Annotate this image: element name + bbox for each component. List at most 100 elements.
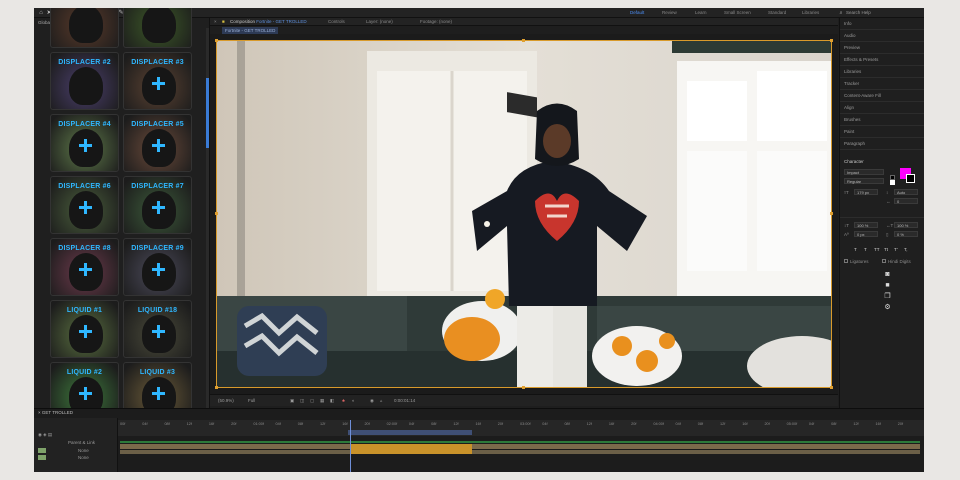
panel-item[interactable]: Content-Aware Fill bbox=[844, 93, 920, 98]
layer-bar-1[interactable] bbox=[120, 444, 920, 449]
workspace-learn[interactable]: Learn bbox=[695, 10, 707, 15]
mask-visibility-icon[interactable]: ◧ bbox=[330, 398, 334, 404]
text-style-button[interactable]: T bbox=[854, 247, 857, 252]
workspace-small-screen[interactable]: Small Screen bbox=[724, 10, 751, 15]
selected-segment[interactable] bbox=[350, 444, 472, 454]
work-area-bar[interactable] bbox=[348, 430, 472, 435]
timeline-tab[interactable]: × GET TROLLED bbox=[38, 410, 73, 415]
tab-footage[interactable]: Footage: (none) bbox=[420, 19, 452, 24]
extension-scroll-thumb[interactable] bbox=[206, 78, 209, 148]
transparency-icon[interactable]: ▦ bbox=[320, 398, 324, 404]
home-icon[interactable]: ⌂ bbox=[38, 10, 44, 16]
workspace-libraries[interactable]: Libraries bbox=[802, 10, 819, 15]
zoom-dropdown[interactable]: (50.9%) bbox=[218, 398, 234, 403]
text-style-button[interactable]: T, bbox=[904, 247, 908, 252]
tsume-field[interactable]: 0 % bbox=[894, 231, 918, 237]
panel-item[interactable]: Paragraph bbox=[844, 141, 920, 146]
panel-item[interactable]: Paint bbox=[844, 129, 920, 134]
transform-handle-bc[interactable] bbox=[522, 386, 525, 389]
font-family-dropdown[interactable]: Impact bbox=[844, 169, 884, 175]
workspace-review[interactable]: Review bbox=[662, 10, 677, 15]
add-preset-icon[interactable] bbox=[152, 77, 165, 90]
add-preset-icon[interactable] bbox=[79, 139, 92, 152]
grid-icon[interactable]: ▣ bbox=[290, 398, 294, 404]
tab-controls[interactable]: Controls bbox=[328, 19, 345, 24]
leading-field[interactable]: Auto bbox=[894, 189, 918, 195]
transform-handle-br[interactable] bbox=[830, 386, 833, 389]
comp-breadcrumb[interactable]: Fortnite - GET TROLLED bbox=[222, 27, 279, 34]
panel-item[interactable]: Align bbox=[844, 105, 920, 110]
layer-1-label-color[interactable] bbox=[38, 448, 46, 453]
lock-icon[interactable]: ■ bbox=[222, 19, 225, 24]
workspace-standard[interactable]: Standard bbox=[768, 10, 786, 15]
transform-handle-tr[interactable] bbox=[830, 39, 833, 42]
video-frame[interactable] bbox=[216, 40, 832, 388]
region-icon[interactable]: ▢ bbox=[310, 398, 314, 404]
panel-item[interactable]: Tracker bbox=[844, 81, 920, 86]
show-snapshot-icon[interactable]: ▵ bbox=[380, 398, 382, 404]
preset-tile[interactable]: DISPLACER #5 bbox=[123, 114, 192, 172]
add-preset-icon[interactable] bbox=[79, 387, 92, 400]
hindi-digits-checkbox[interactable] bbox=[882, 259, 886, 263]
search-help-field[interactable]: Search Help bbox=[846, 10, 871, 15]
panel-item[interactable]: Libraries bbox=[844, 69, 920, 74]
panel-item[interactable]: Effects & Presets bbox=[844, 57, 920, 62]
color-icon[interactable]: ♣ bbox=[342, 398, 345, 403]
camera-icon[interactable]: ◙ bbox=[884, 271, 891, 278]
current-time[interactable]: 0:00:01:14 bbox=[394, 398, 415, 403]
exposure-icon[interactable]: ◐ bbox=[352, 398, 355, 403]
tab-composition[interactable]: Composition Fortnite - GET TROLLED bbox=[230, 19, 307, 24]
white-swatch[interactable] bbox=[890, 180, 895, 185]
playhead[interactable] bbox=[350, 420, 351, 472]
panel-item[interactable]: Preview bbox=[844, 45, 920, 50]
video-icon[interactable]: ■ bbox=[884, 282, 891, 289]
tab-layer[interactable]: Layer: (none) bbox=[366, 19, 393, 24]
panel-item[interactable]: Info bbox=[844, 21, 920, 26]
ligatures-checkbox[interactable] bbox=[844, 259, 848, 263]
extension-scrollbar[interactable] bbox=[206, 28, 209, 408]
font-style-dropdown[interactable]: Regular bbox=[844, 178, 884, 184]
preset-tile[interactable]: DISPLACER #9 bbox=[123, 238, 192, 296]
preset-tile[interactable]: DISPLACER #3 bbox=[123, 52, 192, 110]
quality-dropdown[interactable]: Full bbox=[248, 398, 255, 403]
add-preset-icon[interactable] bbox=[79, 201, 92, 214]
preset-tile[interactable]: LIQUID #18 bbox=[123, 300, 192, 358]
add-preset-icon[interactable] bbox=[79, 263, 92, 276]
composition-viewer[interactable] bbox=[210, 34, 838, 394]
preset-tile[interactable]: DISPLACER #2 bbox=[50, 52, 119, 110]
transform-handle-ml[interactable] bbox=[215, 212, 218, 215]
preset-tile[interactable]: DISPLACER #4 bbox=[50, 114, 119, 172]
stroke-color-swatch[interactable] bbox=[906, 174, 915, 183]
preset-tile[interactable]: DISPLACER #7 bbox=[123, 176, 192, 234]
add-preset-icon[interactable] bbox=[152, 263, 165, 276]
preset-tile[interactable] bbox=[123, 8, 192, 48]
preset-tile[interactable]: LIQUID #1 bbox=[50, 300, 119, 358]
font-size-field[interactable]: 179 px bbox=[854, 189, 878, 195]
snapshot-icon[interactable]: ◉ bbox=[370, 398, 374, 404]
transform-handle-tl[interactable] bbox=[215, 39, 218, 42]
black-swatch[interactable] bbox=[890, 175, 895, 180]
vertical-scale-field[interactable]: 100 % bbox=[854, 222, 878, 228]
transform-handle-bl[interactable] bbox=[215, 386, 218, 389]
settings-gear-icon[interactable]: ⚙ bbox=[884, 304, 891, 311]
workspace-default[interactable]: Default bbox=[630, 10, 644, 15]
transform-handle-tc[interactable] bbox=[522, 39, 525, 42]
copy-icon[interactable]: ❐ bbox=[884, 293, 891, 300]
baseline-field[interactable]: 0 px bbox=[854, 231, 878, 237]
layer-2-label-color[interactable] bbox=[38, 455, 46, 460]
add-preset-icon[interactable] bbox=[152, 387, 165, 400]
horizontal-scale-field[interactable]: 100 % bbox=[894, 222, 918, 228]
preset-tile[interactable]: DISPLACER #8 bbox=[50, 238, 119, 296]
time-ruler[interactable]: 00f 04f 08f 12f 16f 20f 01:00f 04f 08f 12f 16f 20f 0… bbox=[118, 420, 924, 436]
text-style-button[interactable]: TT bbox=[874, 247, 880, 252]
close-tab-icon[interactable]: × bbox=[214, 19, 217, 24]
layer-parent-1[interactable]: None bbox=[78, 448, 89, 453]
panel-item[interactable]: Audio bbox=[844, 33, 920, 38]
add-preset-icon[interactable] bbox=[152, 139, 165, 152]
preset-tile[interactable]: DISPLACER #6 bbox=[50, 176, 119, 234]
add-preset-icon[interactable] bbox=[79, 325, 92, 338]
layer-parent-2[interactable]: None bbox=[78, 455, 89, 460]
layer-switches-icon[interactable]: ◉ ◈ ▤ bbox=[38, 432, 52, 438]
tracking-field[interactable]: 0 bbox=[894, 198, 918, 204]
mask-icon[interactable]: ◫ bbox=[300, 398, 304, 404]
